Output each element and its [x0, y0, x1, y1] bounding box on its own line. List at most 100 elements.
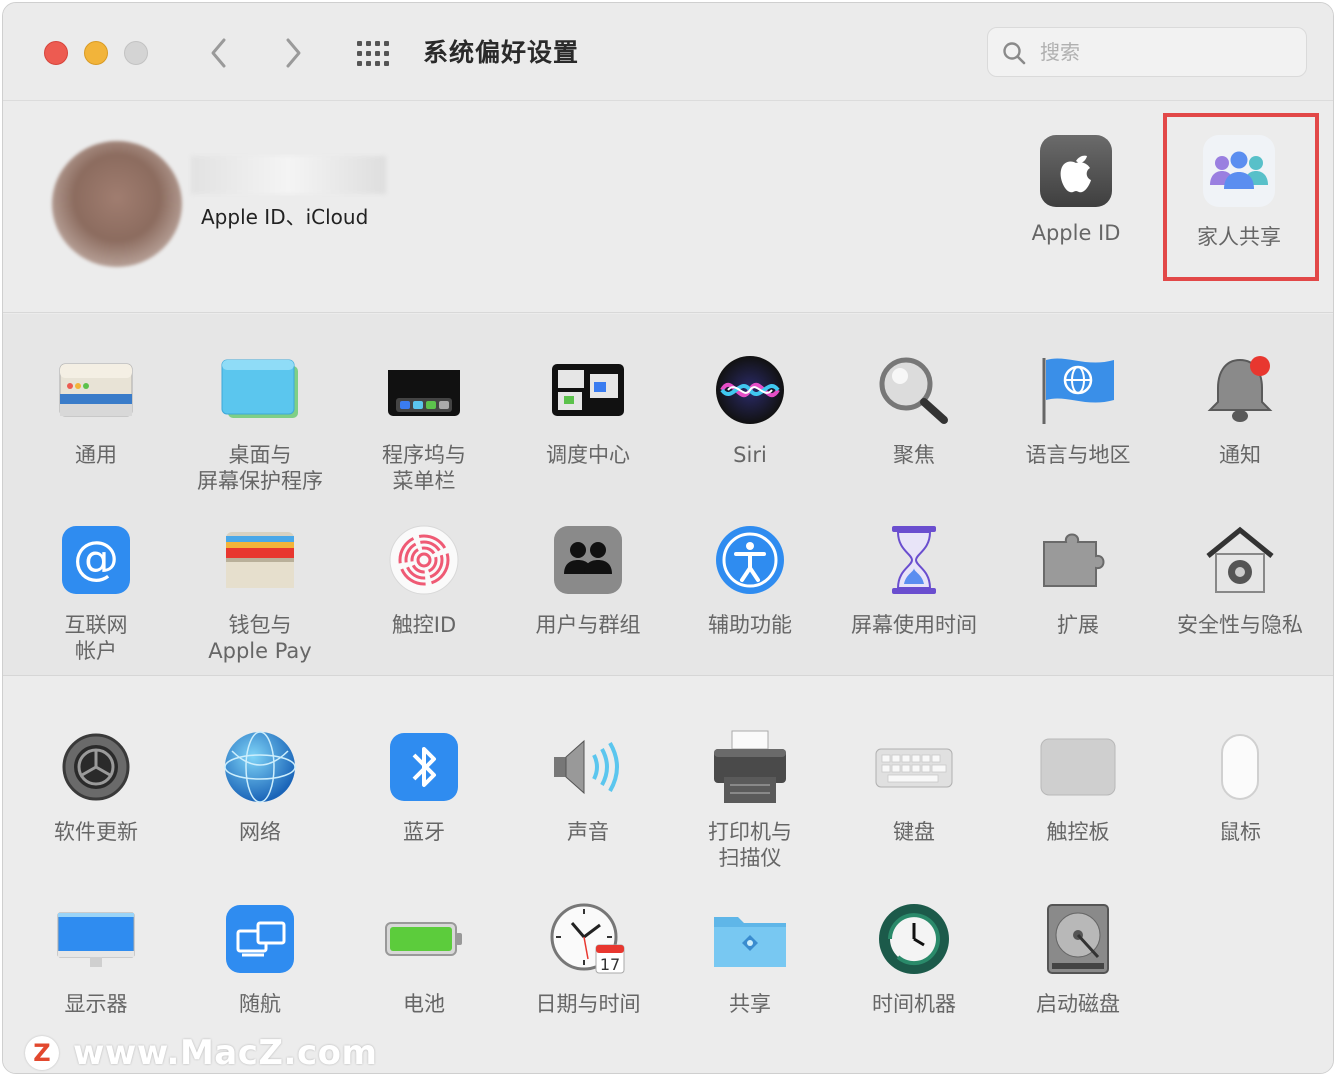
- sidecar-icon: [220, 901, 300, 977]
- avatar[interactable]: [52, 141, 182, 267]
- pref-label: 随航: [239, 992, 281, 1016]
- siri-icon: [710, 352, 790, 428]
- pref-sharing[interactable]: 共享: [670, 901, 830, 1017]
- security-privacy-icon: [1200, 522, 1280, 598]
- apple-id-label: Apple ID: [1031, 221, 1121, 245]
- battery-icon: [384, 901, 464, 977]
- pref-accessibility[interactable]: 辅助功能: [670, 522, 830, 638]
- sharing-icon: [710, 901, 790, 977]
- pref-keyboard[interactable]: 键盘: [834, 729, 994, 845]
- pref-dock-menubar[interactable]: 程序坞与 菜单栏: [344, 352, 504, 494]
- pref-screen-time[interactable]: 屏幕使用时间: [834, 522, 994, 638]
- search-input[interactable]: [1040, 36, 1290, 68]
- watermark: Z www.MacZ.com: [25, 1031, 378, 1073]
- pref-siri[interactable]: Siri: [670, 352, 830, 468]
- pref-mission-control[interactable]: 调度中心: [508, 352, 668, 468]
- pref-label: 桌面与 屏幕保护程序: [197, 443, 323, 493]
- calendar-day-text: 17: [600, 955, 620, 974]
- extensions-icon: [1038, 522, 1118, 598]
- displays-icon: [56, 901, 136, 977]
- desktop-screensaver-icon: [220, 352, 300, 428]
- pref-time-machine[interactable]: 时间机器: [834, 901, 994, 1017]
- pref-label: 安全性与隐私: [1177, 613, 1303, 637]
- back-button[interactable]: [201, 33, 237, 73]
- pref-security-privacy[interactable]: 安全性与隐私: [1160, 522, 1320, 638]
- pref-label: 网络: [239, 820, 281, 844]
- preferences-section-hardware: 软件更新 网络 蓝牙 声音 打印机与 扫描仪 键盘 触控板 鼠标 显示器 随航 …: [3, 677, 1333, 1073]
- network-icon: [220, 729, 300, 805]
- zoom-button[interactable]: [124, 41, 148, 65]
- pref-label: 软件更新: [54, 820, 138, 844]
- close-button[interactable]: [44, 41, 68, 65]
- notifications-icon: [1200, 352, 1280, 428]
- pref-mouse[interactable]: 鼠标: [1160, 729, 1320, 845]
- pref-label: 触控板: [1046, 820, 1110, 844]
- pref-label: 扩展: [1057, 613, 1099, 637]
- pref-displays[interactable]: 显示器: [16, 901, 176, 1017]
- pref-extensions[interactable]: 扩展: [998, 522, 1158, 638]
- pref-spotlight[interactable]: 聚焦: [834, 352, 994, 468]
- pref-internet-accounts[interactable]: @ 互联网 帐户: [16, 522, 176, 664]
- sound-icon: [548, 729, 628, 805]
- startup-disk-icon: [1038, 901, 1118, 977]
- language-region-icon: [1038, 352, 1118, 428]
- svg-text:@: @: [73, 531, 119, 585]
- pref-bluetooth[interactable]: 蓝牙: [344, 729, 504, 845]
- pref-users-groups[interactable]: 用户与群组: [508, 522, 668, 638]
- pref-label: 时间机器: [872, 992, 956, 1016]
- users-groups-icon: [548, 522, 628, 598]
- pref-label: 调度中心: [546, 443, 630, 467]
- pref-startup-disk[interactable]: 启动磁盘: [998, 901, 1158, 1017]
- pref-battery[interactable]: 电池: [344, 901, 504, 1017]
- show-all-grid-icon[interactable]: [355, 39, 395, 69]
- pref-label: 显示器: [64, 992, 128, 1016]
- software-update-icon: [56, 729, 136, 805]
- date-time-icon: 17: [548, 901, 628, 977]
- pref-printers-scanners[interactable]: 打印机与 扫描仪: [670, 729, 830, 871]
- mouse-icon: [1200, 729, 1280, 805]
- title-bar: 系统偏好设置: [3, 3, 1333, 101]
- apple-logo-icon: [1040, 135, 1112, 207]
- minimize-button[interactable]: [84, 41, 108, 65]
- system-preferences-window: 系统偏好设置 Apple ID、iCloud Apple ID: [2, 2, 1334, 1074]
- pref-general[interactable]: 通用: [16, 352, 176, 468]
- pref-apple-id[interactable]: Apple ID: [1001, 135, 1151, 245]
- pref-label: Siri: [733, 443, 767, 467]
- trackpad-icon: [1038, 729, 1118, 805]
- account-section: Apple ID、iCloud Apple ID 家人共享: [3, 101, 1333, 313]
- watermark-logo: Z: [25, 1036, 59, 1070]
- internet-accounts-icon: @: [56, 522, 136, 598]
- pref-label: 触控ID: [391, 613, 457, 637]
- watermark-text: www.MacZ.com: [73, 1033, 378, 1073]
- search-icon: [1003, 42, 1026, 65]
- pref-sound[interactable]: 声音: [508, 729, 668, 845]
- pref-wallet-applepay[interactable]: 钱包与 Apple Pay: [180, 522, 340, 664]
- pref-label: 通知: [1219, 443, 1261, 467]
- pref-date-time[interactable]: 17 日期与时间: [508, 901, 668, 1017]
- accessibility-icon: [710, 522, 790, 598]
- pref-network[interactable]: 网络: [180, 729, 340, 845]
- forward-button[interactable]: [275, 33, 311, 73]
- pref-desktop-screensaver[interactable]: 桌面与 屏幕保护程序: [180, 352, 340, 494]
- chevron-left-icon: [211, 38, 226, 68]
- pref-label: 打印机与 扫描仪: [708, 820, 792, 870]
- pref-sidecar[interactable]: 随航: [180, 901, 340, 1017]
- pref-label: 启动磁盘: [1036, 992, 1120, 1016]
- screen-time-icon: [874, 522, 954, 598]
- spotlight-icon: [874, 352, 954, 428]
- pref-label: 电池: [403, 992, 445, 1016]
- pref-trackpad[interactable]: 触控板: [998, 729, 1158, 845]
- pref-label: 聚焦: [893, 443, 935, 467]
- pref-label: 语言与地区: [1025, 443, 1131, 467]
- pref-label: 蓝牙: [403, 820, 445, 844]
- touch-id-icon: [384, 522, 464, 598]
- pref-software-update[interactable]: 软件更新: [16, 729, 176, 845]
- pref-notifications[interactable]: 通知: [1160, 352, 1320, 468]
- pref-label: 日期与时间: [535, 992, 641, 1016]
- search-field[interactable]: [987, 27, 1307, 77]
- pref-label: 键盘: [893, 820, 935, 844]
- window-title: 系统偏好设置: [423, 38, 580, 67]
- account-subtitle: Apple ID、iCloud: [201, 205, 369, 229]
- pref-touch-id[interactable]: 触控ID: [344, 522, 504, 638]
- pref-language-region[interactable]: 语言与地区: [998, 352, 1158, 468]
